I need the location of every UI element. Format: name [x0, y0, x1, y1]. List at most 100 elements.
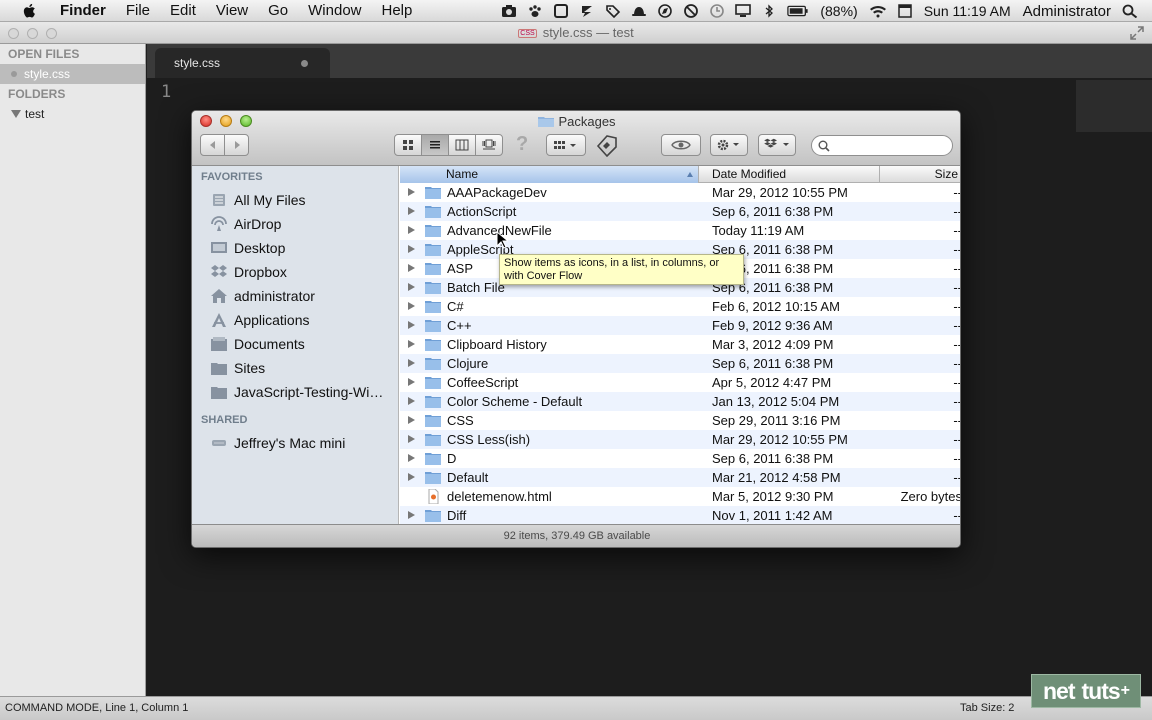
sidebar-item-dropbox[interactable]: Dropbox: [192, 260, 398, 284]
disclosure-triangle-icon[interactable]: [408, 397, 415, 405]
sidebar-item-airdrop[interactable]: AirDrop: [192, 212, 398, 236]
disclosure-triangle-icon[interactable]: [11, 110, 21, 118]
disclosure-triangle-icon[interactable]: [408, 207, 415, 215]
sidebar-item-administrator[interactable]: administrator: [192, 284, 398, 308]
table-row[interactable]: Clipboard History Mar 3, 2012 4:09 PM --: [400, 335, 960, 354]
disclosure-triangle-icon[interactable]: [408, 302, 415, 310]
minimap[interactable]: [1076, 80, 1152, 132]
sidebar-item-javascript-testing[interactable]: JavaScript-Testing-Wi…: [192, 380, 398, 404]
css-file-icon: CSS: [518, 29, 537, 38]
time-machine-icon[interactable]: [709, 4, 725, 18]
table-row[interactable]: CoffeeScript Apr 5, 2012 4:47 PM --: [400, 373, 960, 392]
open-file-style-css[interactable]: style.css: [0, 64, 145, 84]
sidebar-item-sites[interactable]: Sites: [192, 356, 398, 380]
paw-icon[interactable]: [527, 4, 543, 18]
forward-button[interactable]: [224, 134, 249, 156]
tab-style-css[interactable]: style.css: [155, 48, 330, 78]
list-view-button[interactable]: [421, 134, 449, 156]
file-name: Default: [447, 470, 489, 485]
no-sign-icon[interactable]: [683, 4, 699, 18]
table-row[interactable]: C# Feb 6, 2012 10:15 AM --: [400, 297, 960, 316]
menu-help[interactable]: Help: [372, 2, 423, 19]
table-row[interactable]: CSS Less(ish) Mar 29, 2012 10:55 PM --: [400, 430, 960, 449]
display-icon[interactable]: [735, 4, 752, 18]
arrange-button[interactable]: [546, 134, 586, 156]
unsaved-dot-icon[interactable]: [301, 60, 308, 67]
disclosure-triangle-icon[interactable]: [408, 283, 415, 291]
back-button[interactable]: [200, 134, 225, 156]
folder-test[interactable]: test: [0, 104, 145, 124]
column-header-name[interactable]: Name: [400, 166, 699, 183]
icon-view-button[interactable]: [394, 134, 422, 156]
disclosure-triangle-icon[interactable]: [408, 321, 415, 329]
window-icon[interactable]: [553, 4, 569, 18]
menu-view[interactable]: View: [206, 2, 258, 19]
sidebar-item-mac-mini[interactable]: Jeffrey's Mac mini: [192, 431, 398, 455]
menu-edit[interactable]: Edit: [160, 2, 206, 19]
file-date: Jan 13, 2012 5:04 PM: [712, 394, 840, 409]
calendar-icon[interactable]: [897, 4, 913, 18]
disclosure-triangle-icon[interactable]: [408, 226, 415, 234]
table-row[interactable]: Color Scheme - Default Jan 13, 2012 5:04 …: [400, 392, 960, 411]
lightning-icon[interactable]: [579, 4, 595, 18]
table-row[interactable]: CSS Sep 29, 2011 3:16 PM --: [400, 411, 960, 430]
file-name: Diff: [447, 508, 467, 523]
column-header-date[interactable]: Date Modified: [700, 166, 880, 183]
table-row[interactable]: deletemenow.html Mar 5, 2012 9:30 PM Zero …: [400, 487, 960, 506]
menu-app-finder[interactable]: Finder: [54, 2, 116, 19]
dropbox-icon: [764, 138, 789, 148]
hat-icon[interactable]: [631, 4, 647, 18]
battery-icon[interactable]: [787, 4, 809, 18]
compass-icon[interactable]: [657, 4, 673, 18]
tag-icon[interactable]: [605, 4, 621, 18]
table-row[interactable]: AAAPackageDev Mar 29, 2012 10:55 PM --: [400, 183, 960, 202]
disclosure-triangle-icon[interactable]: [408, 359, 415, 367]
menubar-clock[interactable]: Sun 11:19 AM: [924, 3, 1011, 19]
menu-go[interactable]: Go: [258, 2, 298, 19]
column-header-size[interactable]: Size: [881, 166, 960, 183]
file-name: CSS: [447, 413, 474, 428]
table-row[interactable]: D Sep 6, 2011 6:38 PM --: [400, 449, 960, 468]
help-icon[interactable]: ?: [516, 133, 528, 156]
action-button[interactable]: [710, 134, 748, 156]
column-view-button[interactable]: [448, 134, 476, 156]
path-tag-icon[interactable]: [594, 133, 620, 157]
search-field[interactable]: [811, 135, 953, 156]
sidebar-item-all-my-files[interactable]: All My Files: [192, 188, 398, 212]
tab-size-status[interactable]: Tab Size: 2: [960, 702, 1014, 714]
sidebar-item-applications[interactable]: Applications: [192, 308, 398, 332]
quick-look-button[interactable]: [661, 134, 701, 156]
disclosure-triangle-icon[interactable]: [408, 340, 415, 348]
table-row[interactable]: Clojure Sep 6, 2011 6:38 PM --: [400, 354, 960, 373]
file-date: Feb 9, 2012 9:36 AM: [712, 318, 833, 333]
sidebar-item-documents[interactable]: Documents: [192, 332, 398, 356]
menu-file[interactable]: File: [116, 2, 160, 19]
disclosure-triangle-icon[interactable]: [408, 511, 415, 519]
table-row[interactable]: ActionScript Sep 6, 2011 6:38 PM --: [400, 202, 960, 221]
folder-icon: [425, 282, 441, 294]
table-row[interactable]: Default Mar 21, 2012 4:58 PM --: [400, 468, 960, 487]
dropbox-button[interactable]: [758, 134, 796, 156]
disclosure-triangle-icon[interactable]: [408, 378, 415, 386]
disclosure-triangle-icon[interactable]: [408, 454, 415, 462]
table-row[interactable]: AdvancedNewFileToday 11:19 AM--: [400, 221, 960, 240]
table-row[interactable]: Diff Nov 1, 2011 1:42 AM --: [400, 506, 960, 525]
camera-icon[interactable]: [501, 4, 517, 18]
menubar-user[interactable]: Administrator: [1023, 3, 1111, 20]
table-row[interactable]: C++ Feb 9, 2012 9:36 AM --: [400, 316, 960, 335]
fullscreen-icon[interactable]: [1130, 26, 1144, 40]
cover-flow-button[interactable]: [475, 134, 503, 156]
apple-menu-icon[interactable]: [20, 3, 40, 19]
menu-window[interactable]: Window: [298, 2, 371, 19]
disclosure-triangle-icon[interactable]: [408, 245, 415, 253]
disclosure-triangle-icon[interactable]: [408, 264, 415, 272]
disclosure-triangle-icon[interactable]: [408, 473, 415, 481]
wifi-icon[interactable]: [869, 4, 887, 18]
disclosure-triangle-icon[interactable]: [408, 188, 415, 196]
tab-bar: style.css: [147, 44, 1152, 78]
disclosure-triangle-icon[interactable]: [408, 435, 415, 443]
bluetooth-icon[interactable]: [761, 4, 777, 18]
spotlight-search-icon[interactable]: [1122, 4, 1138, 18]
sidebar-item-desktop[interactable]: Desktop: [192, 236, 398, 260]
disclosure-triangle-icon[interactable]: [408, 416, 415, 424]
